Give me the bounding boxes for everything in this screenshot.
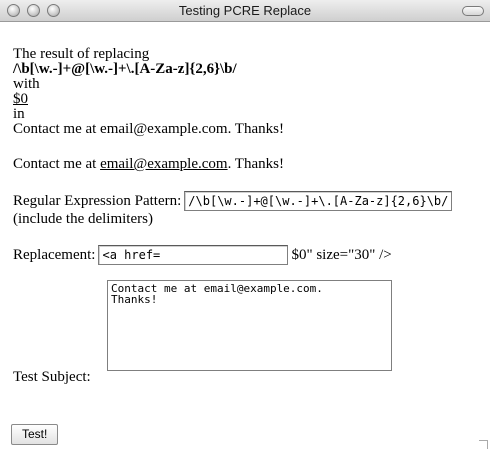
output-before: Contact me at [13, 156, 101, 172]
output-email-link[interactable]: email@example.com [100, 156, 228, 172]
result-output: Contact me at email@example.com. Thanks! [13, 157, 482, 172]
toolbar-toggle-icon[interactable] [462, 6, 484, 16]
resize-grip-icon[interactable] [479, 440, 488, 449]
title-bar: Testing PCRE Replace [0, 0, 490, 22]
pattern-row: Regular Expression Pattern: /\b[\w.-]+@[… [13, 191, 482, 211]
subject-textarea[interactable]: Contact me at email@example.com. Thanks! [107, 280, 392, 371]
pattern-note: (include the delimiters) [13, 211, 153, 227]
output-after: . Thanks! [227, 156, 284, 172]
result-in-label: in [13, 106, 25, 122]
subject-label: Test Subject: [13, 369, 91, 385]
replacement-input[interactable]: <a href= [98, 245, 289, 265]
subject-row: Test Subject: Contact me at email@exampl… [13, 280, 482, 385]
result-subject: Contact me at email@example.com. Thanks! [13, 121, 284, 137]
window-title: Testing PCRE Replace [178, 3, 312, 18]
replacement-trailing-text: $0" size="30" /> [291, 246, 392, 263]
result-intro: The result of replacing [13, 46, 150, 62]
result-pattern: /\b[\w.-]+@[\w.-]+\.[A-Za-z]{2,6}\b/ [13, 61, 237, 77]
replacement-row: Replacement: <a href= $0" size="30" /> [13, 245, 482, 265]
page-content: The result of replacing /\b[\w.-]+@[\w.-… [13, 47, 482, 385]
test-submit-button[interactable]: Test! [11, 424, 59, 445]
replacement-link[interactable]: $0 [13, 91, 28, 107]
result-with-label: with [13, 76, 40, 92]
pattern-input[interactable]: /\b[\w.-]+@[\w.-]+\.[A-Za-z]{2,6}\b/ [184, 191, 453, 211]
replacement-label: Replacement: [13, 246, 96, 263]
pattern-label: Regular Expression Pattern: [13, 192, 182, 209]
browser-window: Testing PCRE Replace The result of repla… [0, 0, 490, 451]
